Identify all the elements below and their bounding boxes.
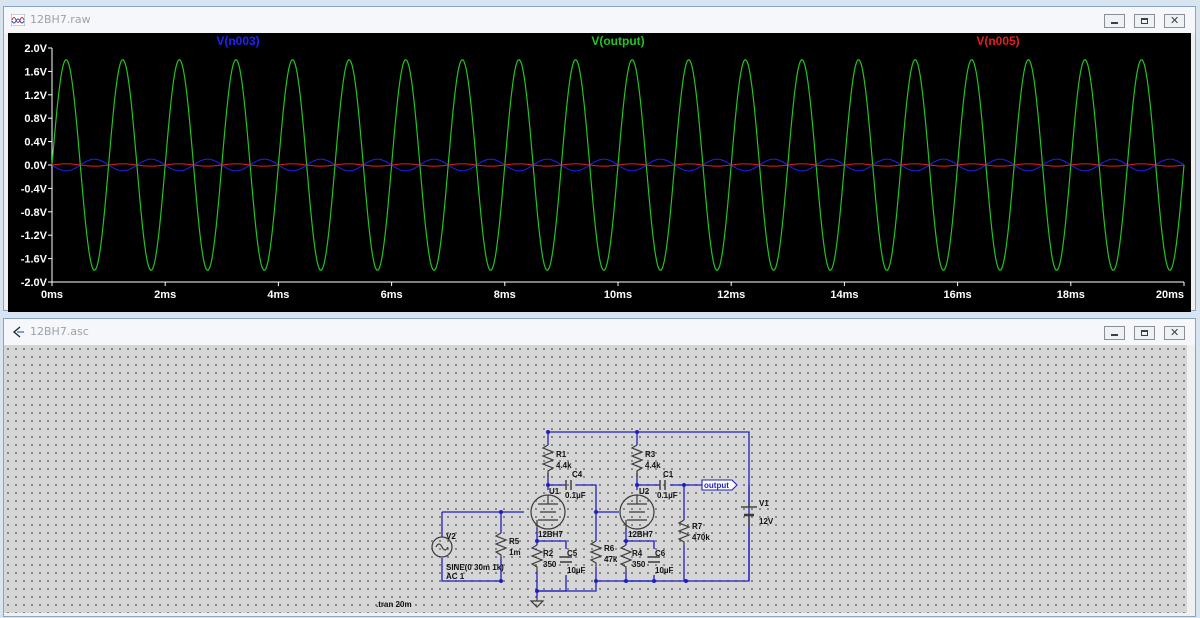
y-tick-label: 1.2V: [24, 90, 47, 102]
r6-value: 47k: [604, 555, 618, 564]
r3-name: R3: [645, 450, 656, 459]
c6-value: 10µF: [655, 566, 674, 575]
resistor-r7: [677, 519, 691, 545]
u1-name: U1: [549, 487, 560, 496]
x-tick-label: 14ms: [830, 289, 858, 301]
schematic-wires[interactable]: [441, 431, 750, 597]
r1-value: 4.4k: [556, 461, 572, 470]
c5-value: 10µF: [567, 566, 586, 575]
r5-value: 1m: [509, 548, 521, 557]
r7-value: 470k: [692, 533, 710, 542]
v1-name: V1: [759, 499, 769, 508]
y-tick-label: -0.4V: [21, 183, 48, 195]
waveform-app-icon: [11, 14, 25, 26]
y-tick-label: 0.8V: [24, 113, 47, 125]
u2-name: U2: [639, 487, 650, 496]
c4-name: C4: [572, 470, 583, 479]
resistor-r3: [630, 444, 644, 477]
y-tick-label: 0.0V: [24, 160, 47, 172]
x-tick-label: 6ms: [381, 289, 403, 301]
x-tick-label: 12ms: [717, 289, 745, 301]
resistor-r5: [494, 532, 508, 558]
u2-model: 12BH7: [628, 530, 653, 539]
resistor-r2: [530, 544, 544, 571]
resistor-r1: [541, 444, 555, 477]
r2-value: 350: [543, 560, 557, 569]
waveform-titlebar[interactable]: 12BH7.raw: [4, 7, 1195, 33]
c1-name: C1: [663, 470, 674, 479]
schematic-minimize-button[interactable]: [1104, 326, 1125, 340]
r6-name: R6: [604, 544, 615, 553]
y-tick-label: -1.2V: [21, 230, 48, 242]
y-tick-label: 1.6V: [24, 66, 47, 78]
x-tick-label: 16ms: [944, 289, 972, 301]
tran-directive[interactable]: .tran 20m: [376, 600, 412, 609]
y-tick-label: -0.8V: [21, 207, 48, 219]
schematic-titlebar[interactable]: 12BH7.asc: [4, 319, 1195, 345]
waveform-chart[interactable]: 2.0V 1.6V 1.2V 0.8V 0.4V 0.0V -0.4V -0.8V -1.2V -…: [8, 33, 1191, 312]
r1-name: R1: [556, 450, 567, 459]
waveform-maximize-button[interactable]: [1134, 14, 1155, 28]
schematic-window-title: 12BH7.asc: [30, 325, 89, 338]
waveform-window[interactable]: 12BH7.raw 2.0V 1.6V 1.2V 0.8V 0.4V 0.0V -0.4V -…: [3, 6, 1196, 312]
c1-value: 0.1µF: [657, 491, 678, 500]
voltage-source-v1[interactable]: [741, 503, 757, 525]
capacitor-c1: [659, 480, 666, 490]
r3-value: 4.4k: [645, 461, 661, 470]
schematic-app-icon: [12, 326, 24, 338]
legend-output[interactable]: V(output): [591, 34, 644, 48]
x-tick-label: 0ms: [41, 289, 63, 301]
c6-name: C6: [655, 549, 666, 558]
c4-value: 0.1µF: [565, 491, 586, 500]
u1-model: 12BH7: [538, 530, 563, 539]
y-tick-label: 0.4V: [24, 137, 47, 149]
output-net-label: output: [704, 481, 729, 490]
x-tick-label: 10ms: [604, 289, 632, 301]
r5-name: R5: [509, 537, 520, 546]
x-tick-label: 2ms: [154, 289, 176, 301]
legend-n003[interactable]: V(n003): [216, 34, 259, 48]
v2-function: SINE(0 30m 1k): [446, 563, 504, 572]
y-tick-label: 2.0V: [24, 43, 47, 55]
legend-n005[interactable]: V(n005): [976, 34, 1019, 48]
v1-value: 12V: [759, 517, 774, 526]
r4-value: 350: [632, 560, 646, 569]
x-tick-label: 4ms: [267, 289, 289, 301]
x-tick-label: 18ms: [1057, 289, 1085, 301]
waveform-window-title: 12BH7.raw: [30, 13, 91, 26]
r7-name: R7: [692, 522, 703, 531]
waveform-minimize-button[interactable]: [1104, 14, 1125, 28]
v2-name: V2: [446, 532, 456, 541]
r2-name: R2: [543, 549, 554, 558]
waveform-close-button[interactable]: [1164, 14, 1185, 28]
waveform-plot[interactable]: 2.0V 1.6V 1.2V 0.8V 0.4V 0.0V -0.4V -0.8V -1.2V -…: [8, 33, 1191, 312]
schematic-canvas[interactable]: R1 4.4k R3 4.4k C4 0.1µF C1 0.1µF U1 U2 …: [4, 345, 1187, 613]
r4-name: R4: [632, 549, 643, 558]
y-tick-label: -1.6V: [21, 254, 48, 266]
schematic-close-button[interactable]: [1164, 326, 1185, 340]
v2-ac: AC 1: [446, 572, 465, 581]
x-tick-label: 20ms: [1156, 289, 1184, 301]
x-tick-label: 8ms: [494, 289, 516, 301]
schematic-maximize-button[interactable]: [1134, 326, 1155, 340]
c5-name: C5: [567, 549, 578, 558]
capacitor-c4: [565, 480, 572, 490]
resistor-r6: [589, 540, 603, 567]
y-tick-label: -2.0V: [21, 277, 48, 289]
resistor-r4: [619, 544, 633, 571]
schematic-drawing[interactable]: R1 4.4k R3 4.4k C4 0.1µF C1 0.1µF U1 U2 …: [4, 345, 1187, 613]
ground-symbol: [529, 597, 545, 608]
schematic-tubes[interactable]: [530, 494, 655, 530]
